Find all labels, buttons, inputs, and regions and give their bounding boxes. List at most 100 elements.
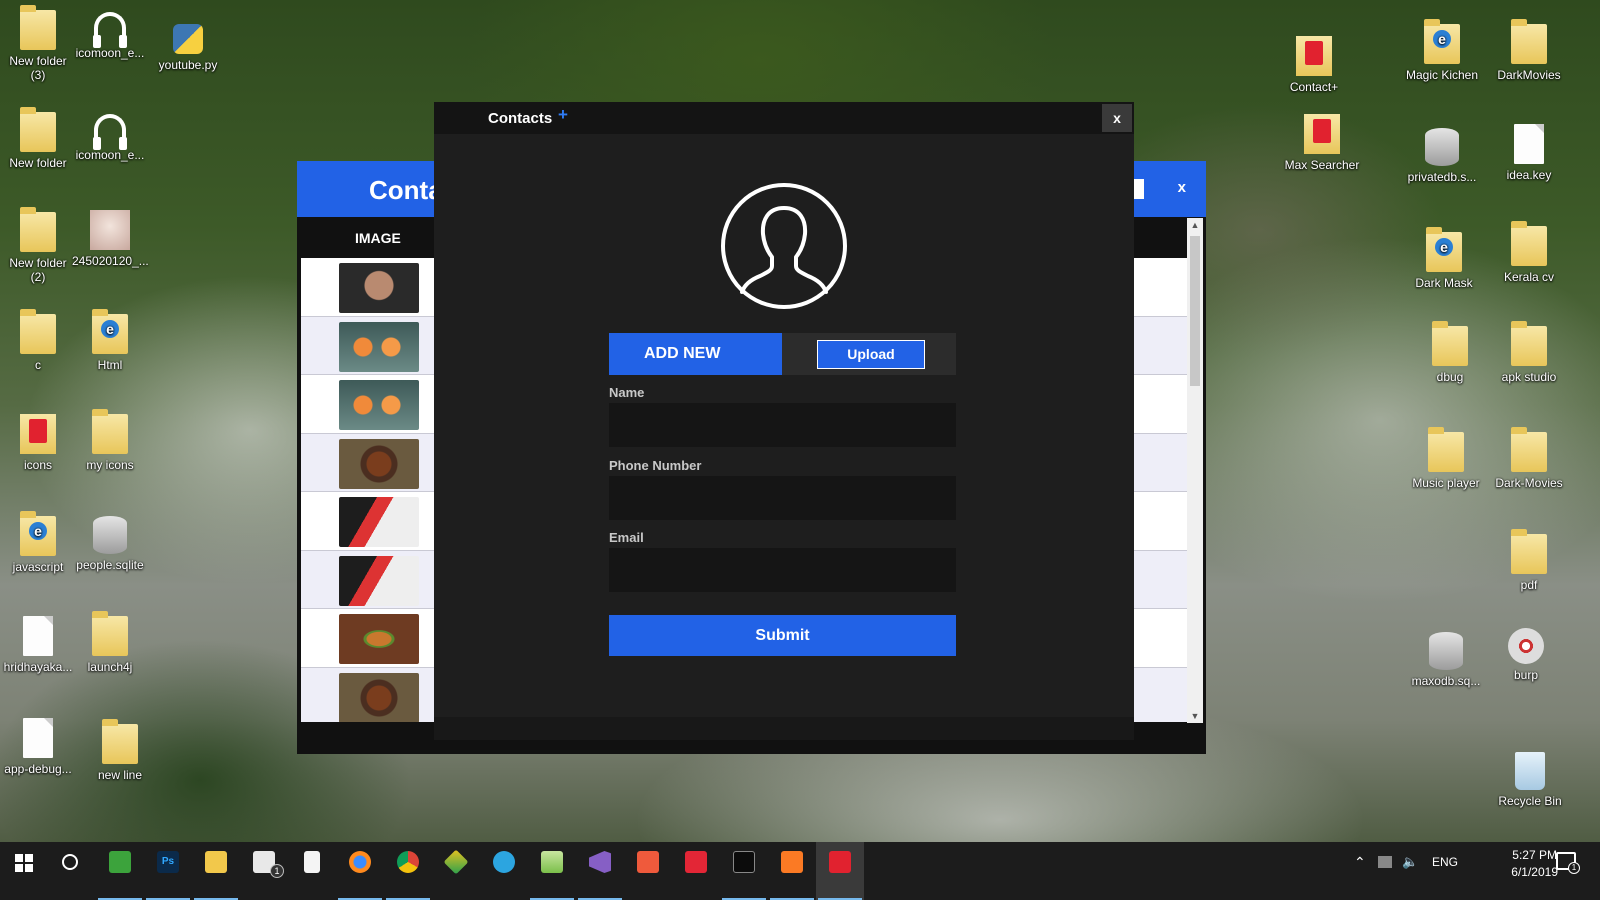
desktop-icon-label: privatedb.s... <box>1407 170 1477 184</box>
desktop-icon-label: 245020120_... <box>72 254 149 268</box>
network-icon[interactable] <box>1378 856 1392 868</box>
taskbar-app-chrome[interactable] <box>384 842 432 900</box>
desktop-icon-label: c <box>35 358 41 372</box>
desktop-icon-label: Dark-Movies <box>1495 476 1563 490</box>
folder-icon <box>20 5 56 50</box>
scroll-down-arrow-icon[interactable]: ▼ <box>1187 709 1203 723</box>
desktop-icon-darkmovies[interactable]: DarkMovies <box>1491 19 1567 82</box>
email-input[interactable] <box>609 548 956 592</box>
desktop-icon-burp[interactable]: burp <box>1488 628 1564 682</box>
desktop-icon-my-icons[interactable]: my icons <box>72 409 148 472</box>
desktop-icon-dark-movies[interactable]: Dark-Movies <box>1491 427 1567 490</box>
contacts-list-title: Conta <box>369 175 443 205</box>
desktop-icon-html[interactable]: Html <box>72 309 148 372</box>
name-input[interactable] <box>609 403 956 447</box>
desktop-icon-new-folder[interactable]: New folder <box>0 107 76 170</box>
taskbar-app-notepad[interactable] <box>288 842 336 900</box>
desktop-icon-javascript[interactable]: javascript <box>0 511 76 574</box>
taskbar-app-file-explorer[interactable] <box>192 842 240 900</box>
taskbar-app-contact[interactable] <box>816 842 864 900</box>
desktop-icon-label: Html <box>97 358 123 372</box>
desktop-icon-icomoon-1[interactable]: icomoon_e... <box>72 12 148 60</box>
desktop-icon-new-folder-2[interactable]: New folder (2) <box>0 207 76 284</box>
phone-input[interactable] <box>609 476 956 520</box>
database-icon <box>1429 632 1463 670</box>
document-icon <box>304 851 320 873</box>
tab-add-new[interactable]: ADD NEW <box>609 333 782 375</box>
action-center-icon[interactable]: 1 <box>1556 852 1580 874</box>
desktop-icon-label: DarkMovies <box>1497 68 1561 82</box>
desktop-icon-music-player[interactable]: Music player <box>1408 427 1484 490</box>
desktop-icon-idea-key[interactable]: idea.key <box>1491 124 1567 182</box>
photo-icon <box>90 210 130 250</box>
user-avatar-icon[interactable] <box>720 182 848 310</box>
desktop-icon-icons[interactable]: icons <box>0 414 76 472</box>
taskbar-app-mail[interactable]: 1 <box>240 842 288 900</box>
contact-thumbnail <box>339 438 419 489</box>
desktop-icon-label: new line <box>97 768 143 782</box>
windows-logo-icon <box>15 854 33 872</box>
desktop-icon-c[interactable]: c <box>0 309 76 372</box>
cortana-button[interactable] <box>46 842 94 900</box>
desktop-icon-youtube-py[interactable]: youtube.py <box>150 24 226 72</box>
desktop-icon-apk-studio[interactable]: apk studio <box>1491 321 1567 384</box>
taskbar-app-firefox[interactable] <box>336 842 384 900</box>
system-tray: ⌃ 🔈 ENG <box>1350 842 1470 900</box>
taskbar-app-recorder[interactable] <box>624 842 672 900</box>
folder-icon <box>1511 529 1547 574</box>
desktop-icon-label: icomoon_e... <box>75 148 145 162</box>
volume-icon[interactable]: 🔈 <box>1402 854 1418 870</box>
desktop-icon-pdf[interactable]: pdf <box>1491 529 1567 592</box>
red-app-icon <box>20 414 56 454</box>
taskbar-app-xampp[interactable] <box>768 842 816 900</box>
desktop-icon-dark-mask[interactable]: Dark Mask <box>1406 227 1482 290</box>
vertical-scrollbar[interactable]: ▲ ▼ <box>1187 218 1203 723</box>
desktop-icon-label: apk studio <box>1501 370 1557 384</box>
desktop-icon-people-sqlite[interactable]: people.sqlite <box>72 516 148 572</box>
desktop-icon-kerala-cv[interactable]: Kerala cv <box>1491 221 1567 284</box>
language-indicator[interactable]: ENG <box>1432 855 1458 869</box>
taskbar-clock[interactable]: 5:27 PM 6/1/2019 <box>1511 847 1558 881</box>
upload-button[interactable]: Upload <box>817 340 925 369</box>
desktop-icon-label: Magic Kichen <box>1405 68 1479 82</box>
desktop-icon-dbug[interactable]: dbug <box>1412 321 1488 384</box>
taskbar-app-visual-studio[interactable] <box>576 842 624 900</box>
desktop-icon-new-folder-3[interactable]: New folder (3) <box>0 5 76 82</box>
taskbar-app-sketchup[interactable] <box>432 842 480 900</box>
desktop-icon-label: pdf <box>1520 578 1538 592</box>
desktop-icon-hridhayaka[interactable]: hridhayaka... <box>0 616 76 674</box>
scroll-up-arrow-icon[interactable]: ▲ <box>1187 218 1203 232</box>
desktop-icon-privatedb[interactable]: privatedb.s... <box>1404 128 1480 184</box>
folder-icon <box>20 309 56 354</box>
taskbar-app-terminal[interactable] <box>720 842 768 900</box>
desktop-icon-label: launch4j <box>87 660 133 674</box>
taskbar-app-telegram[interactable] <box>480 842 528 900</box>
desktop-icon-maxodb[interactable]: maxodb.sq... <box>1408 632 1484 688</box>
taskbar-app-photoshop[interactable]: Ps <box>144 842 192 900</box>
dialog-close-button[interactable]: x <box>1102 104 1132 132</box>
desktop-icon-icomoon-2[interactable]: icomoon_e... <box>72 114 148 162</box>
chevron-up-icon[interactable]: ⌃ <box>1354 854 1366 871</box>
desktop-icon-magic-kichen[interactable]: Magic Kichen <box>1404 19 1480 82</box>
start-button[interactable] <box>0 842 48 900</box>
add-contact-dialog: Contacts + x ADD NEW Upload Name Phone N… <box>434 102 1134 740</box>
contacts-list-close-button[interactable]: x <box>1178 179 1186 196</box>
desktop-icon-contact-plus[interactable]: Contact+ <box>1276 36 1352 94</box>
desktop-icon-launch4j[interactable]: launch4j <box>72 611 148 674</box>
contact-thumbnail <box>339 321 419 372</box>
desktop-icon-app-debug[interactable]: app-debug... <box>0 718 76 776</box>
desktop-icon-photo[interactable]: 245020120_... <box>72 210 149 268</box>
taskbar-app-camtasia[interactable] <box>96 842 144 900</box>
desktop-icon-recycle-bin[interactable]: Recycle Bin <box>1492 752 1568 808</box>
camtasia-icon <box>109 851 131 873</box>
contact-thumbnail <box>339 555 419 606</box>
taskbar-app-search-tool[interactable] <box>672 842 720 900</box>
desktop-icon-label: New folder (2) <box>9 256 67 284</box>
scrollbar-thumb[interactable] <box>1190 236 1200 386</box>
taskbar-app-notepad-plus[interactable] <box>528 842 576 900</box>
submit-button[interactable]: Submit <box>609 615 956 656</box>
desktop-icon-label: Dark Mask <box>1415 276 1473 290</box>
desktop-icon-new-line[interactable]: new line <box>82 719 158 782</box>
folder-ie-icon <box>92 309 128 354</box>
desktop-icon-max-searcher[interactable]: Max Searcher <box>1284 114 1360 172</box>
